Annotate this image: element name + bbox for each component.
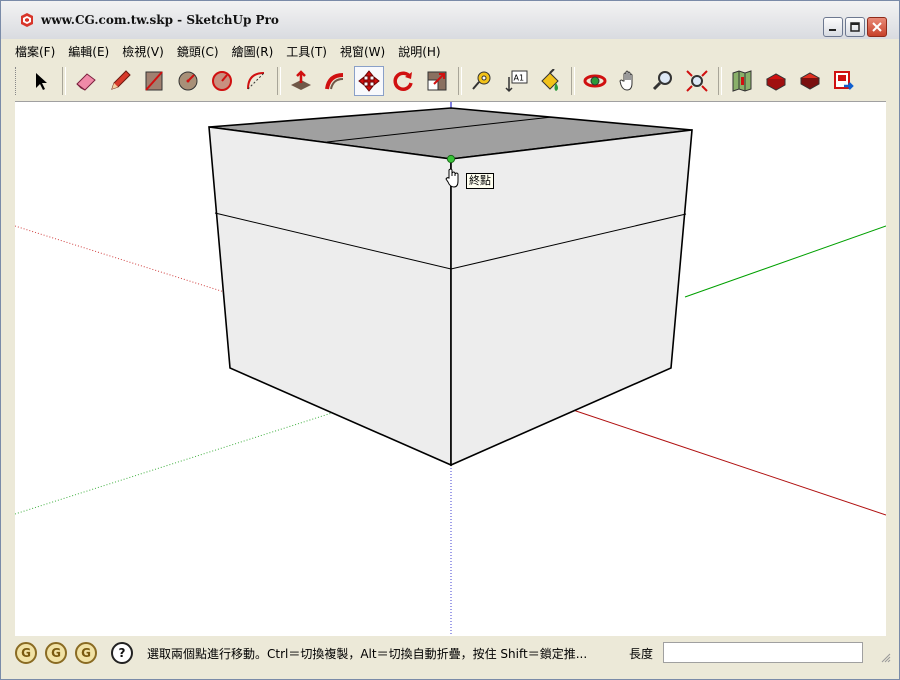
toolbar-separator — [571, 66, 575, 95]
measurements-input[interactable] — [663, 642, 863, 663]
map-icon — [732, 69, 752, 92]
components-icon — [799, 71, 821, 90]
components-tool[interactable] — [795, 66, 825, 96]
get-models-tool[interactable] — [727, 66, 757, 96]
rotate-icon — [393, 71, 413, 91]
zoom-extents-tool[interactable] — [682, 66, 712, 96]
toolbar-separator — [458, 66, 462, 95]
select-tool[interactable] — [26, 66, 56, 96]
move-tool[interactable] — [354, 65, 384, 96]
inference-tooltip: 終點 — [466, 173, 494, 189]
red-axis — [572, 409, 886, 516]
text-tool-glyph: A1 — [514, 73, 525, 82]
close-icon — [872, 22, 882, 32]
toolbar-grip[interactable] — [15, 66, 20, 95]
model-scene[interactable] — [15, 102, 886, 636]
scale-icon — [427, 71, 447, 90]
circle-tool[interactable] — [173, 66, 203, 96]
menu-bar: 檔案(F) 編輯(E) 檢視(V) 鏡頭(C) 繪圖(R) 工具(T) 視窗(W… — [1, 41, 899, 61]
red-axis-dotted — [15, 225, 238, 297]
tape-measure-icon — [472, 71, 491, 90]
push-pull-tool[interactable] — [286, 66, 316, 96]
box-left-face[interactable] — [208, 126, 452, 467]
orbit-tool[interactable] — [580, 66, 610, 96]
status-bar: G G G ? 選取兩個點進行移動。Ctrl＝切換複製，Alt＝切換自動折疊，按… — [1, 637, 899, 669]
status-message: 選取兩個點進行移動。Ctrl＝切換複製，Alt＝切換自動折疊，按住 Shift＝… — [147, 646, 588, 661]
modeling-viewport[interactable]: 終點 — [15, 101, 886, 636]
arc-tool[interactable] — [241, 66, 271, 96]
title-bar[interactable]: www.CG.com.tw.skp - SketchUp Pro — [1, 1, 899, 39]
window-controls — [823, 17, 887, 37]
maximize-icon — [850, 22, 860, 32]
move-icon — [358, 69, 380, 92]
orbit-icon — [583, 74, 607, 87]
menu-help[interactable]: 說明(H) — [398, 43, 440, 60]
measurements-label: 長度 — [629, 646, 654, 661]
pencil-icon — [111, 69, 131, 90]
follow-me-icon — [325, 72, 344, 89]
send-to-layout-icon — [834, 70, 854, 90]
sketchup-logo-icon — [21, 13, 33, 27]
scale-tool[interactable] — [422, 66, 452, 96]
menu-file[interactable]: 檔案(F) — [15, 43, 55, 60]
menu-draw[interactable]: 繪圖(R) — [232, 43, 274, 60]
account-icon[interactable]: G — [75, 642, 97, 664]
rectangle-tool[interactable] — [139, 66, 169, 96]
menu-camera[interactable]: 鏡頭(C) — [177, 43, 219, 60]
tape-measure-tool[interactable] — [467, 66, 497, 96]
text-label-icon: A1 — [505, 70, 528, 92]
menu-edit[interactable]: 編輯(E) — [68, 43, 109, 60]
menu-view[interactable]: 檢視(V) — [122, 43, 164, 60]
magnifier-icon — [652, 70, 672, 90]
endpoint-marker — [446, 154, 456, 164]
zoom-tool[interactable] — [648, 66, 678, 96]
zoom-extents-icon — [686, 69, 708, 92]
polygon-tool[interactable] — [207, 66, 237, 96]
eraser-tool[interactable] — [71, 66, 101, 96]
minimize-button[interactable] — [823, 17, 843, 37]
hand-icon — [619, 70, 633, 91]
follow-me-tool[interactable] — [320, 66, 350, 96]
minimize-icon — [829, 29, 836, 31]
paint-bucket-icon — [541, 68, 559, 91]
text-tool[interactable]: A1 — [501, 66, 531, 96]
pan-tool[interactable] — [614, 66, 644, 96]
share-model-icon — [765, 72, 787, 91]
pencil-tool[interactable] — [105, 66, 135, 96]
window-title: www.CG.com.tw.skp - SketchUp Pro — [41, 13, 279, 27]
resize-grip-icon[interactable] — [881, 653, 891, 663]
share-model-tool[interactable] — [761, 66, 791, 96]
send-to-layout-tool[interactable] — [829, 66, 859, 96]
close-button[interactable] — [867, 17, 887, 37]
circle-icon — [178, 71, 198, 90]
green-axis — [684, 225, 886, 298]
geo-location-icon[interactable]: G — [15, 642, 37, 664]
toolbar-separator — [718, 66, 722, 95]
main-toolbar: A1 — [15, 62, 885, 99]
menu-window[interactable]: 視窗(W) — [340, 43, 385, 60]
arc-icon — [247, 71, 265, 89]
arrow-cursor-icon — [36, 72, 47, 90]
box-model[interactable] — [208, 107, 693, 467]
eraser-icon — [76, 72, 96, 91]
help-icon[interactable]: ? — [111, 642, 133, 664]
toolbar-separator — [62, 66, 66, 95]
credits-icon[interactable]: G — [45, 642, 67, 664]
push-pull-icon — [291, 69, 311, 90]
rotate-tool[interactable] — [388, 66, 418, 96]
paint-bucket-tool[interactable] — [535, 66, 565, 96]
menu-tools[interactable]: 工具(T) — [286, 43, 327, 60]
green-axis-dotted — [15, 411, 336, 515]
app-window: www.CG.com.tw.skp - SketchUp Pro 檔案(F) 編… — [0, 0, 900, 680]
maximize-button[interactable] — [845, 17, 865, 37]
polygon-icon — [212, 70, 232, 91]
rectangle-icon — [145, 70, 163, 91]
toolbar-separator — [277, 66, 281, 95]
